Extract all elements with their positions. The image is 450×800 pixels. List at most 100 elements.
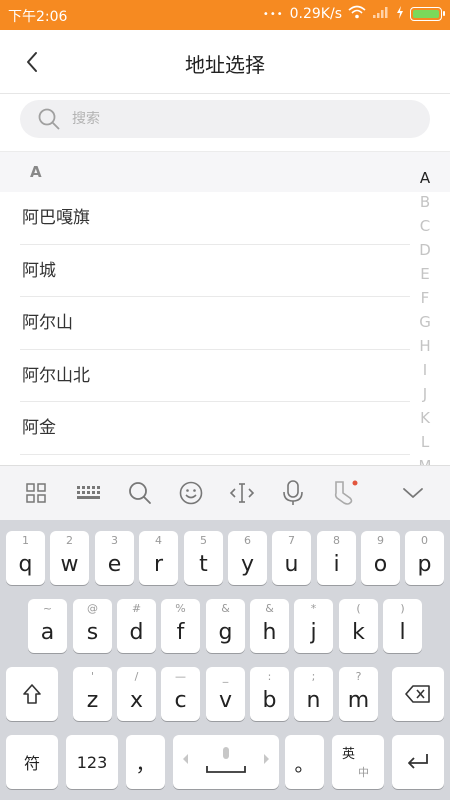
key-q[interactable]: 1q bbox=[6, 531, 45, 585]
index-letter-l[interactable]: L bbox=[414, 430, 436, 454]
list-item[interactable]: 阿金 bbox=[20, 402, 410, 455]
shift-key[interactable] bbox=[6, 667, 58, 721]
key-p[interactable]: 0p bbox=[405, 531, 444, 585]
list-item[interactable]: 阿城 bbox=[20, 245, 410, 297]
key-label: c bbox=[174, 688, 187, 713]
key-k[interactable]: (k bbox=[339, 599, 378, 653]
key-sub: @ bbox=[87, 602, 98, 615]
backspace-key[interactable] bbox=[392, 667, 444, 721]
key-label: f bbox=[176, 620, 185, 645]
wifi-icon bbox=[348, 5, 366, 23]
key-sub: 9 bbox=[377, 534, 384, 547]
chevron-down-icon[interactable] bbox=[399, 479, 427, 507]
cursor-icon[interactable] bbox=[228, 479, 256, 507]
key-sub: 5 bbox=[200, 534, 207, 547]
sock-icon[interactable] bbox=[330, 479, 358, 507]
key-t[interactable]: 5t bbox=[184, 531, 223, 585]
key-n[interactable]: ; n bbox=[294, 667, 333, 721]
list-item[interactable]: 阿尔山 bbox=[20, 297, 410, 350]
city-list: A 阿巴嘎旗 阿城 阿尔山 阿尔山北 阿金 bbox=[0, 152, 450, 465]
search-input[interactable] bbox=[72, 111, 372, 127]
key-sub: * bbox=[310, 602, 317, 615]
key-sub: 7 bbox=[288, 534, 295, 547]
key-v[interactable]: _ v bbox=[206, 667, 245, 721]
key-label: b bbox=[262, 688, 277, 713]
symbol-key[interactable]: 符 bbox=[6, 735, 58, 789]
key-sub: — bbox=[175, 670, 186, 683]
key-sub: ' bbox=[90, 670, 95, 683]
key-o[interactable]: 9o bbox=[361, 531, 400, 585]
signal-icon bbox=[372, 5, 390, 23]
key-sub: 4 bbox=[155, 534, 162, 547]
section-header: A bbox=[0, 152, 450, 192]
microphone-icon[interactable] bbox=[279, 479, 307, 507]
key-label: y bbox=[240, 552, 255, 577]
key-e[interactable]: 3e bbox=[95, 531, 134, 585]
language-key[interactable]: 英 中 bbox=[332, 735, 384, 789]
search-box[interactable] bbox=[20, 100, 430, 138]
key-label: p bbox=[417, 552, 432, 577]
index-letter-e[interactable]: E bbox=[414, 262, 436, 286]
key-label: k bbox=[352, 620, 365, 645]
key-m[interactable]: ? m bbox=[339, 667, 378, 721]
key-z[interactable]: ' z bbox=[73, 667, 112, 721]
key-j[interactable]: * j bbox=[294, 599, 333, 653]
key-sub: ) bbox=[400, 602, 405, 615]
key-label: t bbox=[199, 552, 208, 577]
index-letter-d[interactable]: D bbox=[414, 238, 436, 262]
search-area bbox=[0, 94, 450, 152]
key-s[interactable]: @ s bbox=[73, 599, 112, 653]
key-label: x bbox=[129, 688, 144, 713]
key-label: o bbox=[373, 552, 388, 577]
key-a[interactable]: ~ a bbox=[28, 599, 67, 653]
key-label: v bbox=[218, 688, 233, 713]
index-letter-a[interactable]: A bbox=[414, 166, 436, 190]
enter-key[interactable] bbox=[392, 735, 444, 789]
grid-icon[interactable] bbox=[22, 479, 50, 507]
key-sub: % bbox=[175, 602, 186, 615]
index-letter-j[interactable]: J bbox=[414, 382, 436, 406]
space-key[interactable] bbox=[173, 735, 279, 789]
index-letter-k[interactable]: K bbox=[414, 406, 436, 430]
index-letter-f[interactable]: F bbox=[414, 286, 436, 310]
key-w[interactable]: 2w bbox=[50, 531, 89, 585]
key-h[interactable]: & h bbox=[250, 599, 289, 653]
battery-icon bbox=[410, 7, 445, 21]
period-key[interactable]: 。 bbox=[285, 735, 324, 789]
key-sub: 0 bbox=[421, 534, 428, 547]
key-y[interactable]: 6y bbox=[228, 531, 267, 585]
emoji-icon[interactable] bbox=[177, 479, 205, 507]
key-u[interactable]: 7u bbox=[272, 531, 311, 585]
list-item[interactable]: 阿巴嘎旗 bbox=[20, 192, 410, 245]
key-sub: ? bbox=[355, 670, 362, 683]
enter-icon bbox=[408, 754, 428, 769]
network-speed: 0.29K/s bbox=[289, 6, 342, 22]
key-label: n bbox=[306, 688, 321, 713]
index-letter-c[interactable]: C bbox=[414, 214, 436, 238]
key-label: s bbox=[86, 620, 99, 645]
key-sub: & bbox=[265, 602, 274, 615]
key-g[interactable]: & g bbox=[206, 599, 245, 653]
list-item[interactable]: 阿尔山北 bbox=[20, 350, 410, 402]
key-label: i bbox=[333, 552, 340, 577]
key-sub: 3 bbox=[111, 534, 118, 547]
number-key[interactable]: 123 bbox=[66, 735, 118, 789]
index-letter-b[interactable]: B bbox=[414, 190, 436, 214]
key-f[interactable]: % f bbox=[161, 599, 200, 653]
index-letter-i[interactable]: I bbox=[414, 358, 436, 382]
keyboard-icon[interactable] bbox=[75, 479, 103, 507]
page-title: 地址选择 bbox=[185, 53, 265, 77]
key-i[interactable]: 8i bbox=[317, 531, 356, 585]
key-r[interactable]: 4r bbox=[139, 531, 178, 585]
language-zh-label: 中 bbox=[358, 766, 369, 779]
key-b[interactable]: :b bbox=[250, 667, 289, 721]
key-d[interactable]: # d bbox=[117, 599, 156, 653]
key-x[interactable]: / x bbox=[117, 667, 156, 721]
search-icon[interactable] bbox=[126, 479, 154, 507]
alphabet-index[interactable]: A B C D E F G H I J K L M bbox=[414, 166, 436, 466]
index-letter-h[interactable]: H bbox=[414, 334, 436, 358]
index-letter-g[interactable]: G bbox=[414, 310, 436, 334]
key-c[interactable]: — c bbox=[161, 667, 200, 721]
key-l[interactable]: ) l bbox=[383, 599, 422, 653]
comma-key[interactable]: ， bbox=[126, 735, 165, 789]
